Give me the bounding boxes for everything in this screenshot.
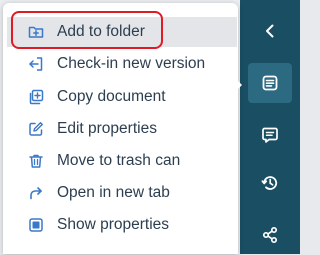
comments-icon [262,127,278,143]
check-in-icon [28,56,44,72]
open-tab-arrow-icon [28,185,44,201]
properties-icon [28,217,44,233]
copy-plus-icon [28,89,44,105]
menu-pointer [236,79,242,91]
share-button[interactable] [248,215,292,255]
side-rail [240,0,300,254]
history-icon [261,176,278,190]
menu-item-label: Open in new tab [57,184,170,201]
collapse-button[interactable] [248,11,292,51]
menu-item-add-to-folder[interactable]: Add to folder [7,17,237,47]
menu-item-label: Edit properties [57,120,157,137]
menu-item-check-in-new-version[interactable]: Check-in new version [7,49,237,79]
share-icon [262,226,278,244]
history-button[interactable] [248,163,292,203]
menu-item-label: Check-in new version [57,55,206,72]
menu-item-open-in-new-tab[interactable]: Open in new tab [7,178,237,208]
menu-item-edit-properties[interactable]: Edit properties [7,114,237,144]
comments-button[interactable] [248,115,292,155]
menu-item-label: Show properties [57,216,170,233]
collapse-chevron-icon [266,24,274,38]
menu-item-move-to-trash-can[interactable]: Move to trash can [7,146,237,176]
document-details-icon [262,75,278,91]
menu-item-show-properties[interactable]: Show properties [7,210,237,240]
menu-item-label: Move to trash can [57,152,181,169]
folder-plus-icon [28,24,44,40]
trash-icon [28,153,44,169]
edit-icon [28,121,44,137]
menu-item-label: Add to folder [57,23,145,40]
menu-item-copy-document[interactable]: Copy document [7,82,237,112]
menu-item-label: Copy document [57,88,166,105]
document-details-button[interactable] [248,63,292,103]
context-menu: Add to folder Check-in new version Copy … [3,3,238,254]
